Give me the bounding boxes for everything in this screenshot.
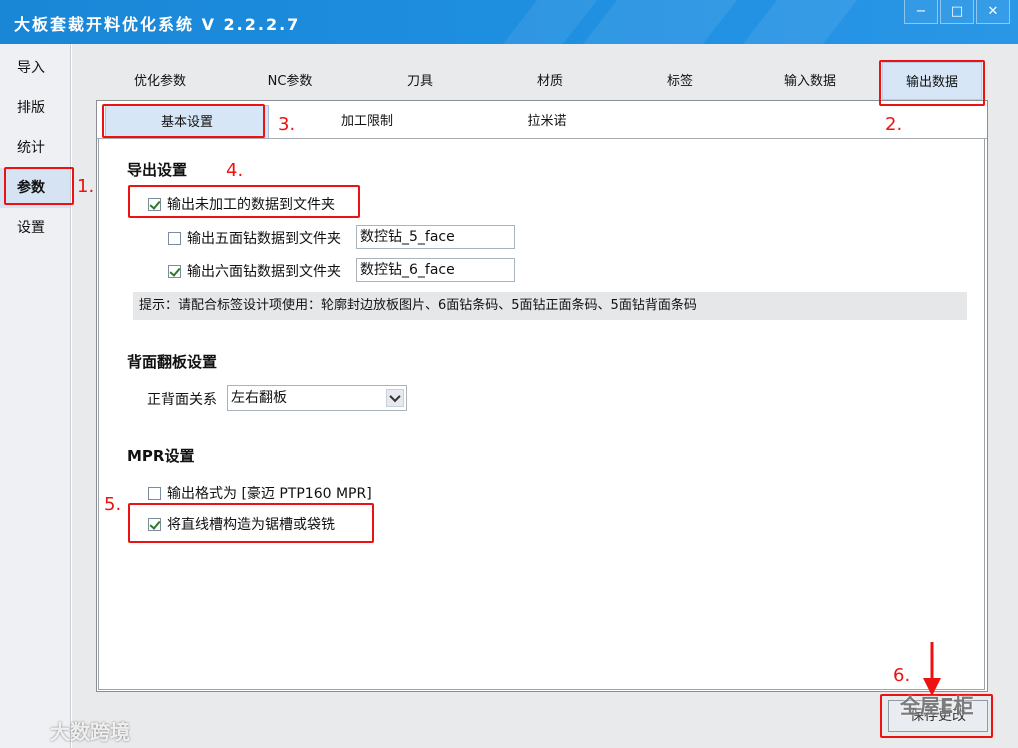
- tab-optimize-params[interactable]: 优化参数: [110, 62, 210, 100]
- app-title: 大板套裁开料优化系统 V 2.2.2.7: [14, 15, 301, 34]
- five-face-label: 输出五面钻数据到文件夹: [187, 231, 341, 247]
- watermark-left: 大数跨境: [50, 720, 130, 744]
- minimize-button[interactable]: −: [904, 0, 938, 24]
- tab-nc-params[interactable]: NC参数: [240, 62, 340, 100]
- nav-item-settings[interactable]: 设置: [0, 208, 70, 248]
- tab-input-data[interactable]: 输入数据: [760, 62, 860, 100]
- mpr-format-option[interactable]: 输出格式为 [豪迈 PTP160 MPR]: [148, 482, 372, 504]
- main-tabs: 优化参数 NC参数 刀具 材质 标签 输入数据 输出数据: [72, 62, 1018, 100]
- six-face-checkbox[interactable]: [168, 264, 181, 278]
- tab-label[interactable]: 标签: [630, 62, 730, 100]
- chevron-down-icon[interactable]: [386, 389, 404, 407]
- nav-item-import[interactable]: 导入: [0, 48, 70, 88]
- six-face-option[interactable]: 输出六面钻数据到文件夹: [168, 260, 341, 282]
- five-face-folder-input[interactable]: 数控钻_5_face: [356, 225, 515, 249]
- six-face-folder-input[interactable]: 数控钻_6_face: [356, 258, 515, 282]
- hint-text: 提示：请配合标签设计项使用：轮廓封边放板图片、6面钻条码、5面钻正面条码、5面钻…: [133, 292, 967, 320]
- face-relation-value: 左右翻板: [231, 390, 287, 406]
- annotation-box-params: [4, 167, 74, 205]
- tab-material[interactable]: 材质: [500, 62, 600, 100]
- mpr-format-label: 输出格式为 [豪迈 PTP160 MPR]: [167, 486, 372, 502]
- annotation-number-3: 3.: [278, 114, 296, 135]
- subtab-processing-limits[interactable]: 加工限制: [287, 105, 447, 138]
- annotation-number-6: 6.: [893, 665, 911, 686]
- annotation-number-4: 4.: [226, 160, 244, 181]
- annotation-box-groove: [128, 503, 374, 543]
- export-settings-title: 导出设置: [127, 161, 188, 179]
- watermark-right: 全屋E柜: [900, 694, 974, 718]
- annotation-number-1: 1.: [77, 176, 95, 197]
- mpr-settings-title: MPR设置: [127, 447, 195, 465]
- nav-item-statistics[interactable]: 统计: [0, 128, 70, 168]
- annotation-box-unprocessed: [128, 185, 360, 218]
- content-area: 优化参数 NC参数 刀具 材质 标签 输入数据 输出数据 基本设置 加工限制 拉…: [72, 44, 1018, 748]
- mpr-format-checkbox[interactable]: [148, 486, 161, 500]
- subtab-lamello[interactable]: 拉米诺: [467, 105, 627, 138]
- annotation-number-2: 2.: [885, 114, 903, 135]
- annotation-box-basic: [102, 104, 265, 138]
- basic-settings-page: 导出设置 输出未加工的数据到文件夹 输出五面钻数据到文件夹 数控钻_5_face…: [98, 139, 985, 690]
- left-nav: 导入 排版 统计 参数 设置: [0, 44, 71, 748]
- annotation-number-5: 5.: [104, 494, 122, 515]
- close-button[interactable]: ✕: [976, 0, 1010, 24]
- face-relation-select[interactable]: 左右翻板: [227, 385, 407, 411]
- nav-item-layout[interactable]: 排版: [0, 88, 70, 128]
- tab-tools[interactable]: 刀具: [370, 62, 470, 100]
- six-face-label: 输出六面钻数据到文件夹: [187, 264, 341, 280]
- title-bar: 大板套裁开料优化系统 V 2.2.2.7 − □ ✕: [0, 0, 1018, 44]
- flip-settings-title: 背面翻板设置: [127, 353, 218, 371]
- five-face-option[interactable]: 输出五面钻数据到文件夹: [168, 227, 341, 249]
- annotation-box-output: [879, 60, 985, 106]
- face-relation-label: 正背面关系: [147, 392, 217, 408]
- maximize-button[interactable]: □: [940, 0, 974, 24]
- five-face-checkbox[interactable]: [168, 231, 181, 245]
